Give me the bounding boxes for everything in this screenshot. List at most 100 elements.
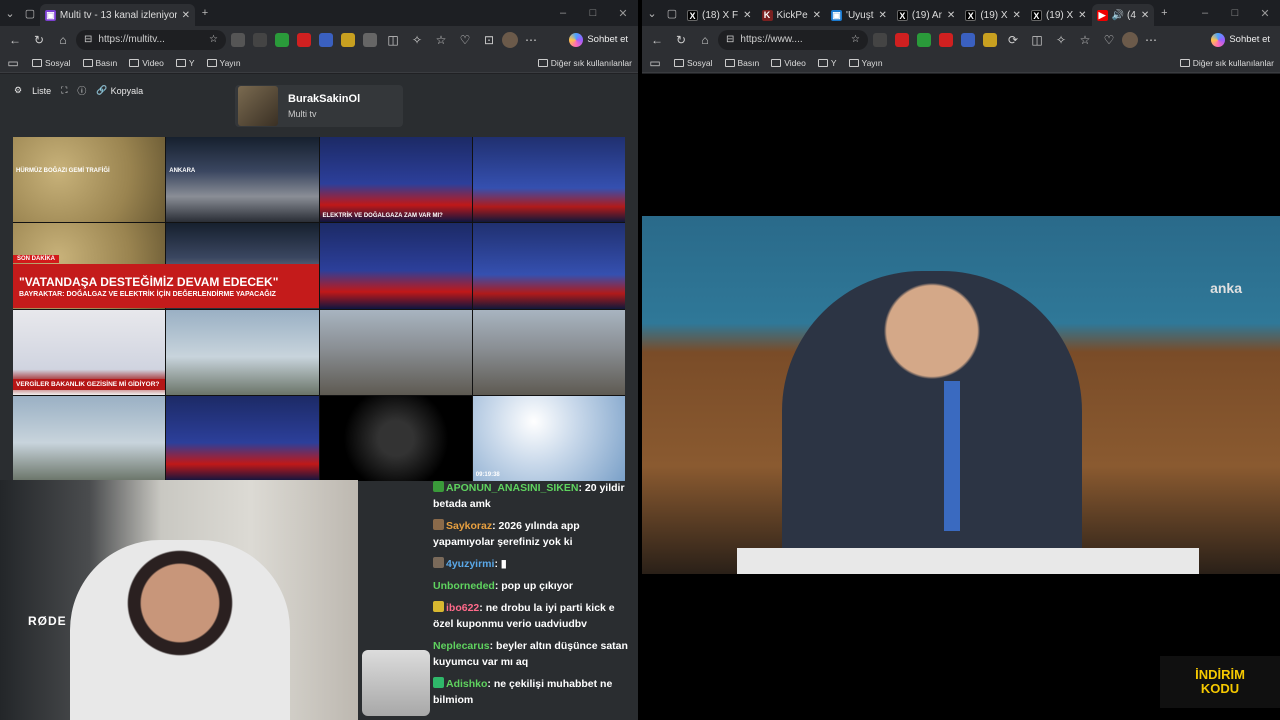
tv-cell-studio[interactable]: ANKARA [166,137,319,223]
close-tab-icon[interactable]: ✕ [813,10,821,21]
favorite-star-icon[interactable]: ☆ [851,34,860,45]
close-tab-icon[interactable]: ✕ [743,10,751,21]
fullscreen-icon[interactable]: ⛶ [61,85,67,96]
bookmark-sosyal[interactable]: Sosyal [32,58,71,68]
tv-cell-paper[interactable]: VERGİLER BAKANLIK GEZİSİNE Mİ GİDİYOR? [13,309,166,395]
address-bar[interactable]: ⊟ https://multitv... ☆ [76,29,226,50]
extension-2-icon[interactable] [253,32,267,47]
maximize-icon[interactable]: □ [1220,7,1250,20]
refresh-icon[interactable]: ↻ [670,29,692,51]
minimize-icon[interactable]: – [548,7,578,20]
profile-avatar[interactable] [502,31,518,48]
close-tab-icon[interactable]: ✕ [182,10,190,21]
tab-youtube[interactable]: ▶ 🔊 (4 ✕ [1091,4,1155,26]
close-tab-icon[interactable]: ✕ [1013,10,1021,21]
tab-news[interactable]: ▣ 'Uyuşt ✕ [826,4,892,26]
workspaces-icon[interactable]: ▢ [662,3,682,23]
favorite-star-icon[interactable]: ☆ [209,34,218,45]
tab-x-2[interactable]: X (19) Ar ✕ [892,4,960,26]
back-icon[interactable]: ← [646,29,668,51]
close-tab-icon[interactable]: ✕ [1078,10,1086,21]
collections-icon[interactable]: ♡ [1098,29,1120,51]
extension-5-icon[interactable] [319,32,333,47]
split-screen-icon[interactable]: ◫ [382,29,404,51]
bookmark-video[interactable]: Video [771,58,806,68]
extension-7-icon[interactable] [363,32,377,47]
bookmark-y[interactable]: Y [817,58,837,68]
extensions-icon[interactable]: ✧ [1050,29,1072,51]
maximize-icon[interactable]: □ [578,7,608,20]
tv-cell-map[interactable]: HÜRMÜZ BOĞAZI GEMİ TRAFİĞİ [13,137,166,223]
favorites-icon[interactable]: ☆ [430,29,452,51]
home-icon[interactable]: ⌂ [52,29,74,51]
bookmark-yayin[interactable]: Yayın [206,58,241,68]
extension-6-icon[interactable] [341,32,355,47]
tab-kick[interactable]: K KickPe ✕ [757,4,827,26]
tv-cell-sky-2[interactable] [13,395,166,481]
bookmark-yayin[interactable]: Yayın [848,58,883,68]
channel-card[interactable]: BurakSakinOl Multi tv [235,85,403,127]
tv-cell-city-2[interactable] [472,309,625,395]
new-tab-icon[interactable]: + [1154,3,1174,23]
copy-button[interactable]: 🔗 Kopyala [96,85,143,96]
reading-list-icon[interactable]: ▭ [648,52,662,74]
bookmark-video[interactable]: Video [129,58,164,68]
reading-list-icon[interactable]: ▭ [6,52,20,74]
address-bar[interactable]: ⊟ https://www.... ☆ [718,29,868,50]
audio-playing-icon[interactable]: 🔊 [1112,10,1124,21]
bookmark-sosyal[interactable]: Sosyal [674,58,713,68]
workspaces-icon[interactable]: ▢ [20,3,40,23]
close-tab-icon[interactable]: ✕ [1141,10,1149,21]
copilot-chat-button[interactable]: Sohbet et [1205,32,1276,47]
tv-cell-clouds[interactable]: 09:19:38 [472,395,625,481]
tv-cell-sky[interactable] [166,309,319,395]
tv-cell-city[interactable] [319,309,472,395]
video-player[interactable]: anka [642,216,1280,574]
screenshot-icon[interactable]: ⊡ [478,29,500,51]
info-icon[interactable]: ⓘ [77,84,86,97]
site-info-icon[interactable]: ⊟ [726,34,734,45]
split-screen-icon[interactable]: ◫ [1026,29,1048,51]
close-window-icon[interactable]: ✕ [1250,7,1280,20]
collections-icon[interactable]: ♡ [454,29,476,51]
new-tab-icon[interactable]: + [195,3,215,23]
copilot-chat-button[interactable]: Sohbet et [563,32,634,47]
refresh-icon[interactable]: ↻ [28,29,50,51]
tv-cell-news-5[interactable] [166,395,319,481]
extension-4-icon[interactable] [939,32,953,47]
close-tab-icon[interactable]: ✕ [947,10,955,21]
home-icon[interactable]: ⌂ [694,29,716,51]
close-window-icon[interactable]: ✕ [608,7,638,20]
tab-x-3[interactable]: X (19) X ✕ [960,4,1026,26]
tv-cell-news-1[interactable]: ELEKTRİK VE DOĞALGAZA ZAM VAR MI? [319,137,472,223]
other-bookmarks[interactable]: Diğer sık kullanılanlar [537,58,632,68]
tab-multitv[interactable]: ▣ Multi tv - 13 kanal izleniyor ✕ [40,4,195,26]
tv-cell-news-4[interactable] [472,223,625,309]
more-menu-icon[interactable]: ⋯ [520,29,542,51]
settings-gear-icon[interactable]: ⚙ [14,85,22,96]
extension-3-icon[interactable] [917,32,931,47]
extension-3-icon[interactable] [275,32,289,47]
profile-avatar[interactable] [1122,31,1138,48]
extension-1-icon[interactable] [231,32,245,47]
tv-cell-night[interactable] [319,395,472,481]
tv-cell-news-3[interactable] [319,223,472,309]
extension-1-icon[interactable] [873,32,887,47]
tab-x-4[interactable]: X (19) X ✕ [1026,4,1092,26]
tab-actions-icon[interactable]: ⌄ [0,3,20,23]
bookmark-basin[interactable]: Basın [82,58,117,68]
bookmark-y[interactable]: Y [175,58,195,68]
other-bookmarks[interactable]: Diğer sık kullanılanlar [1179,58,1274,68]
extension-5-icon[interactable] [961,32,975,47]
close-tab-icon[interactable]: ✕ [879,10,887,21]
extension-4-icon[interactable] [297,32,311,47]
tab-actions-icon[interactable]: ⌄ [642,3,662,23]
extension-2-icon[interactable] [895,32,909,47]
back-icon[interactable]: ← [4,29,26,51]
favorites-icon[interactable]: ☆ [1074,29,1096,51]
refresh-extension-icon[interactable]: ⟳ [1002,29,1024,51]
more-menu-icon[interactable]: ⋯ [1140,29,1162,51]
site-info-icon[interactable]: ⊟ [84,34,92,45]
extensions-icon[interactable]: ✧ [406,29,428,51]
tv-cell-news-2[interactable] [472,137,625,223]
